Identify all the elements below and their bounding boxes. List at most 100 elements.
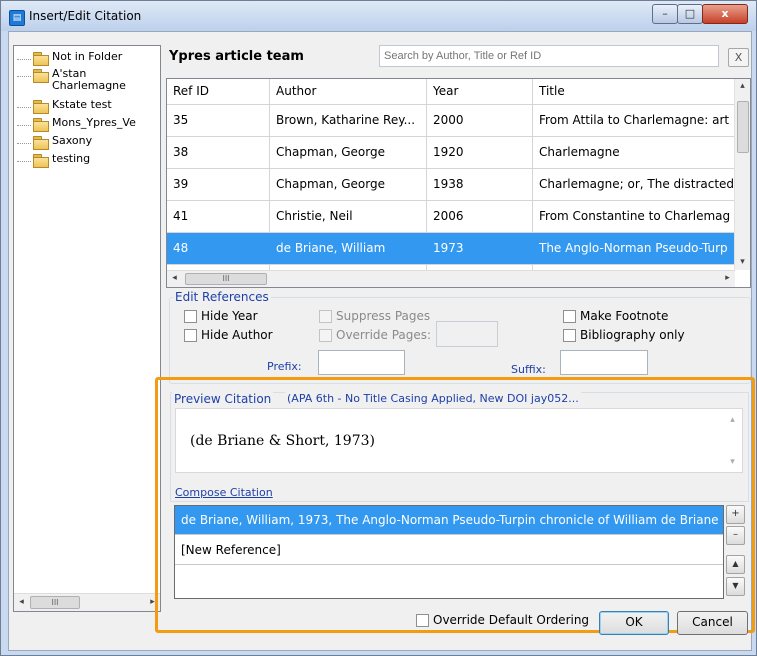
cell-title: From Attila to Charlemagne: art	[539, 113, 730, 127]
cell-author: de Briane, William	[276, 241, 386, 255]
folder-horizontal-scrollbar[interactable]: ◂ III ▸	[14, 593, 160, 611]
table-vertical-scrollbar[interactable]: ▴ ▾	[734, 79, 750, 270]
folder-icon	[33, 118, 49, 132]
scroll-thumb[interactable]: III	[30, 596, 80, 609]
title-bar[interactable]: ▤ Insert/Edit Citation – □ x	[1, 1, 756, 31]
search-input[interactable]	[379, 45, 719, 67]
cell-title: From Constantine to Charlemag	[539, 209, 731, 223]
column-header-refid[interactable]: Ref ID	[167, 79, 270, 104]
dialog-window: ▤ Insert/Edit Citation – □ x Not in Fold…	[0, 0, 757, 656]
library-title: Ypres article team	[169, 49, 304, 64]
app-icon: ▤	[9, 10, 25, 26]
folder-icon	[33, 52, 49, 66]
column-header-year[interactable]: Year	[427, 79, 533, 104]
override-default-ordering-checkbox[interactable]: Override Default Ordering	[416, 613, 589, 627]
folder-item-not-in-folder[interactable]: Not in Folder	[17, 51, 122, 67]
folder-item-mons-ypres[interactable]: Mons_Ypres_Ve	[17, 117, 136, 133]
cell-title: Charlemagne; or, The distracted	[539, 177, 735, 191]
cell-year: 2000	[427, 105, 533, 136]
add-icon[interactable]: +	[726, 505, 745, 524]
prefix-label: Prefix:	[267, 360, 302, 373]
folder-tree: Not in Folder A'stan Charlemagne Kstate …	[13, 45, 161, 612]
move-down-icon[interactable]: ▼	[726, 577, 745, 596]
dialog-body: Not in Folder A'stan Charlemagne Kstate …	[8, 31, 755, 651]
scroll-left-icon[interactable]: ◂	[167, 271, 182, 286]
cell-refid: 48	[173, 241, 189, 255]
folder-label: Mons_Ypres_Ve	[52, 116, 136, 129]
table-row[interactable]: 35 Brown, Katharine Rey... 2000 From Attila…	[167, 105, 735, 137]
folder-item-kstate-test[interactable]: Kstate test	[17, 99, 112, 115]
cell-refid: 35	[167, 105, 270, 136]
prefix-input[interactable]	[318, 350, 405, 375]
preview-citation-title: Preview Citation	[172, 392, 274, 406]
scroll-down-icon[interactable]: ▾	[735, 255, 750, 270]
folder-label: Kstate test	[52, 98, 112, 111]
cell-title: Charlemagne	[539, 145, 620, 159]
table-row[interactable]: 48 de Briane, William 1973 The Anglo-Norman…	[167, 233, 735, 265]
compose-citation-list: de Briane, William, 1973, The Anglo-Norm…	[174, 505, 724, 599]
cell-year: 1938	[427, 169, 533, 200]
ok-button[interactable]: OK	[599, 611, 669, 635]
column-header-title[interactable]: Title	[533, 79, 735, 104]
minimize-button[interactable]: –	[652, 4, 678, 24]
table-row[interactable]: 41 Christie, Neil 2006 From Constantine to …	[167, 201, 735, 233]
table-row[interactable]: 38 Chapman, George 1920 Charlemagne	[167, 137, 735, 169]
suffix-input[interactable]	[560, 350, 648, 375]
table-horizontal-scrollbar[interactable]: ◂ III ▸	[167, 270, 735, 287]
scroll-left-icon[interactable]: ◂	[14, 595, 29, 610]
folder-label: Not in Folder	[52, 50, 123, 63]
override-pages-checkbox[interactable]: Override Pages:	[319, 328, 431, 342]
table-header: Ref ID Author Year Title	[167, 79, 735, 105]
suffix-label: Suffix:	[511, 363, 546, 376]
folder-icon	[33, 136, 49, 150]
cell-refid: 41	[167, 201, 270, 232]
citation-style-name: (APA 6th - No Title Casing Applied, New …	[285, 392, 581, 405]
compose-citation-title: Compose Citation	[173, 486, 275, 499]
folder-icon	[33, 100, 49, 114]
cell-author: Chapman, George	[270, 137, 427, 168]
maximize-button[interactable]: □	[677, 4, 703, 24]
override-pages-field[interactable]	[436, 321, 498, 347]
list-item[interactable]: [New Reference]	[175, 536, 723, 565]
scroll-thumb[interactable]: III	[185, 273, 267, 285]
preview-citation-text: (de Briane & Short, 1973)	[190, 433, 375, 449]
cell-year: 1973	[433, 241, 464, 255]
move-up-icon[interactable]: ▲	[726, 555, 745, 574]
cell-refid: 38	[167, 137, 270, 168]
scroll-up-icon[interactable]: ▴	[725, 413, 740, 428]
bibliography-only-checkbox[interactable]: Bibliography only	[563, 328, 685, 342]
make-footnote-checkbox[interactable]: Make Footnote	[563, 309, 668, 323]
table-row[interactable]: 39 Chapman, George 1938 Charlemagne; or, Th…	[167, 169, 735, 201]
folder-label: testing	[52, 152, 91, 165]
folder-item-astan-charlemagne[interactable]: A'stan Charlemagne	[17, 68, 126, 92]
folder-label: Saxony	[52, 134, 93, 147]
cell-year: 2006	[427, 201, 533, 232]
scroll-up-icon[interactable]: ▴	[735, 79, 750, 94]
cancel-button[interactable]: Cancel	[677, 611, 748, 635]
hide-author-checkbox[interactable]: Hide Author	[184, 328, 273, 342]
cell-year: 1920	[427, 137, 533, 168]
scroll-down-icon[interactable]: ▾	[725, 455, 740, 470]
remove-icon[interactable]: –	[726, 526, 745, 545]
window-title: Insert/Edit Citation	[29, 9, 142, 23]
cell-author: Brown, Katharine Rey...	[270, 105, 427, 136]
list-item[interactable]: de Briane, William, 1973, The Anglo-Norm…	[175, 506, 723, 535]
hide-year-checkbox[interactable]: Hide Year	[184, 309, 258, 323]
column-header-author[interactable]: Author	[270, 79, 427, 104]
folder-item-testing[interactable]: testing	[17, 153, 90, 169]
cell-author: Chapman, George	[270, 169, 427, 200]
scroll-thumb[interactable]	[737, 101, 749, 153]
scroll-right-icon[interactable]: ▸	[720, 271, 735, 286]
folder-item-saxony[interactable]: Saxony	[17, 135, 92, 151]
clear-search-button[interactable]: X	[728, 48, 749, 67]
suppress-pages-checkbox[interactable]: Suppress Pages	[319, 309, 430, 323]
folder-icon	[33, 154, 49, 168]
references-table: Ref ID Author Year Title 35 Brown, Kathar…	[166, 78, 751, 288]
folder-icon	[33, 69, 49, 83]
folder-label: A'stan Charlemagne	[52, 67, 126, 92]
preview-citation-box: (de Briane & Short, 1973) ▴ ▾	[175, 408, 743, 473]
cell-refid: 39	[167, 169, 270, 200]
close-button[interactable]: x	[702, 4, 748, 24]
cell-title: The Anglo-Norman Pseudo-Turp	[539, 241, 728, 255]
edit-references-title: Edit References	[173, 290, 271, 304]
